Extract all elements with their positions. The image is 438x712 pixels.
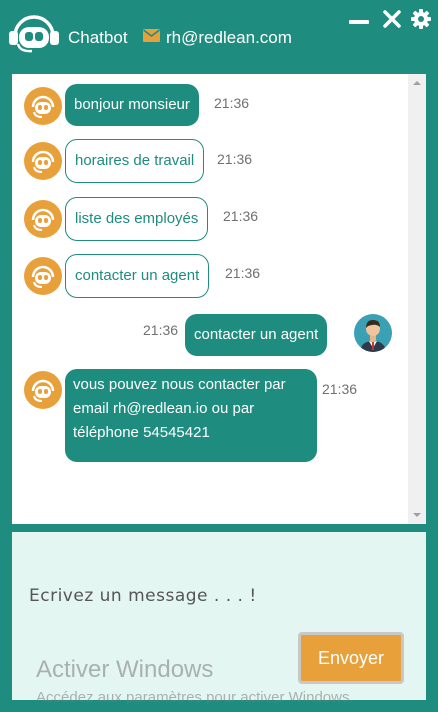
bot-message: bonjour monsieur <box>65 84 199 126</box>
scroll-up-arrow-icon[interactable] <box>408 74 426 92</box>
message-time: 21:36 <box>217 151 253 167</box>
settings-gear-button[interactable] <box>410 8 432 30</box>
bot-message-line: vous pouvez nous contacter par <box>73 376 286 393</box>
message-time: 21:36 <box>223 208 259 224</box>
chatbot-logo-icon <box>9 15 59 53</box>
contact-email: rh@redlean.com <box>166 28 292 47</box>
chat-scrollbar[interactable] <box>408 74 426 524</box>
bot-message: vous pouvez nous contacter par email rh@… <box>65 369 317 462</box>
activation-watermark-subtitle: Accédez aux paramètres pour activer Wind… <box>36 689 354 706</box>
bot-avatar-icon <box>24 371 62 409</box>
bot-message-line: téléphone 54545421 <box>73 424 210 441</box>
user-avatar-icon <box>354 314 392 352</box>
user-message: contacter un agent <box>185 314 328 356</box>
minimize-button[interactable] <box>348 8 370 30</box>
message-input[interactable] <box>12 532 426 632</box>
bot-avatar-icon <box>24 142 62 180</box>
quick-reply-employes[interactable]: liste des employés <box>65 197 209 241</box>
bot-message-line: email rh@redlean.io ou par <box>73 400 255 417</box>
mail-icon <box>143 29 160 42</box>
message-time: 21:36 <box>225 265 261 281</box>
quick-reply-agent[interactable]: contacter un agent <box>65 254 210 298</box>
quick-reply-horaires[interactable]: horaires de travail <box>65 139 205 183</box>
chat-history[interactable]: bonjour monsieur 21:36 horaires de trava… <box>12 74 426 524</box>
send-button[interactable]: Envoyer <box>298 632 404 684</box>
message-time: 21:36 <box>322 381 358 397</box>
message-time: 21:36 <box>214 95 250 111</box>
message-time: 21:36 <box>143 322 179 338</box>
bot-avatar-icon <box>24 87 62 125</box>
header: Chatbot rh@redlean.com <box>0 0 438 72</box>
scroll-thumb[interactable] <box>411 92 423 502</box>
bot-avatar-icon <box>24 257 62 295</box>
app-title: Chatbot <box>68 28 128 47</box>
activation-watermark-title: Activer Windows <box>36 656 214 683</box>
bot-avatar-icon <box>24 200 62 238</box>
close-button[interactable] <box>381 8 403 30</box>
scroll-down-arrow-icon[interactable] <box>408 506 426 524</box>
chatbot-window: Chatbot rh@redlean.com bonjour monsieur … <box>0 0 438 712</box>
